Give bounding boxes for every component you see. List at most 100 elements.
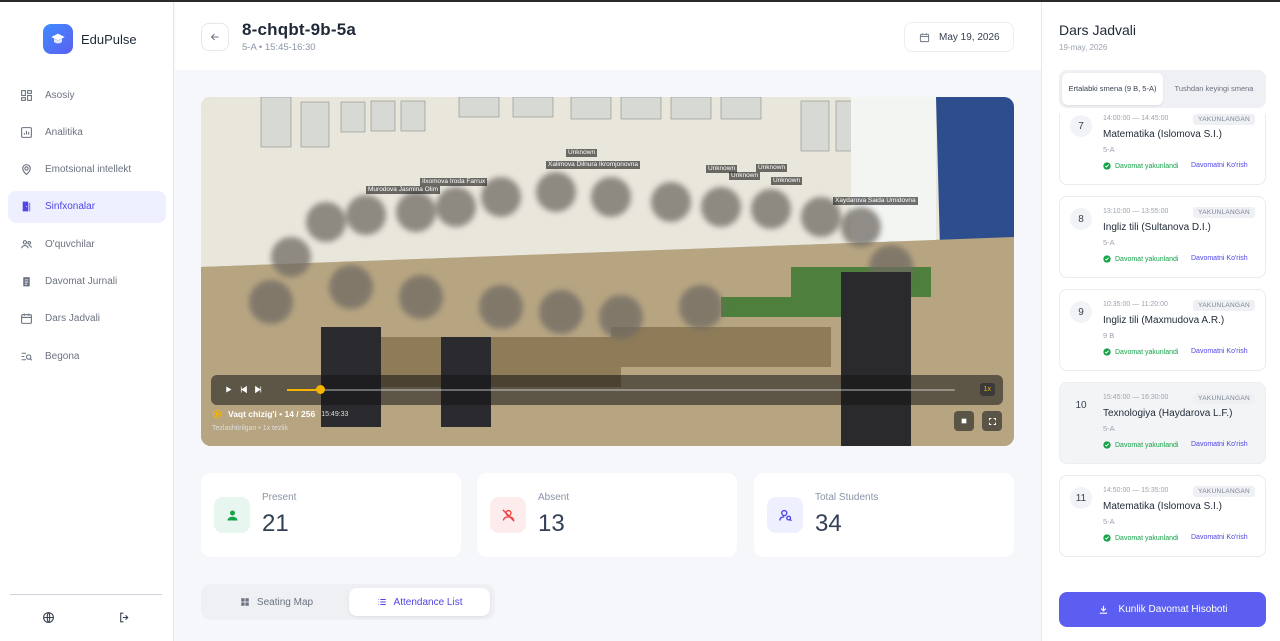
- chart-icon: [21, 126, 32, 138]
- detection-label: Ilxomova Iroda Farrux: [420, 178, 488, 186]
- status-badge: YAKUNLANGAN: [1193, 300, 1255, 311]
- present-label: Present: [262, 492, 297, 503]
- sidebar-footer: [10, 594, 162, 640]
- detection-label: Unknown: [756, 164, 788, 172]
- lesson-class: 9 B: [1103, 331, 1115, 340]
- tab-afternoon-shift[interactable]: Tushdan keyingi smena: [1165, 73, 1263, 105]
- stop-button[interactable]: [954, 411, 974, 431]
- timeline-info: Vaqt chizig'i • 14 / 256 15:49:33: [212, 409, 348, 419]
- lesson-number: 11: [1070, 487, 1092, 509]
- clipboard-icon: [23, 277, 30, 287]
- view-attendance-link[interactable]: Davomatni Ko'rish: [1191, 255, 1248, 262]
- lesson-class: 5-A: [1103, 424, 1115, 433]
- attendance-status-text: Davomat yakunlandi: [1115, 162, 1179, 170]
- lesson-class: 5-A: [1103, 145, 1115, 154]
- total-students-card: Total Students 34: [754, 473, 1014, 557]
- sidebar-item-label: O'quvchilar: [45, 238, 95, 250]
- lesson-card[interactable]: 9 10:35:00 — 11:20:00 YAKUNLANGAN Ingliz…: [1059, 289, 1266, 371]
- sidebar-item-begona[interactable]: Begona: [8, 340, 166, 372]
- sidebar-item-asosiy[interactable]: Asosiy: [8, 79, 166, 111]
- graduation-cap-icon: [43, 24, 73, 54]
- lesson-time: 15:45:00 — 16:30:00: [1103, 394, 1169, 401]
- view-attendance-link[interactable]: Davomatni Ko'rish: [1191, 441, 1248, 448]
- lesson-number: 10: [1075, 399, 1087, 411]
- sidebar-item-analitika[interactable]: Analitika: [8, 116, 166, 148]
- globe-icon[interactable]: [42, 611, 55, 624]
- status-badge: YAKUNLANGAN: [1193, 486, 1255, 497]
- grid-icon: [241, 598, 249, 606]
- lesson-name: Matematika (Islomova S.I.): [1103, 129, 1222, 140]
- stop-icon: [961, 418, 967, 424]
- present-value: 21: [262, 510, 289, 537]
- lesson-card[interactable]: 8 13:10:00 — 13:55:00 YAKUNLANGAN Ingliz…: [1059, 196, 1266, 278]
- check-circle-icon: [1103, 348, 1111, 356]
- absent-label: Absent: [538, 492, 570, 503]
- schedule-date: 19-may, 2026: [1059, 43, 1108, 52]
- attendance-status-text: Davomat yakunlandi: [1115, 534, 1179, 542]
- lesson-name: Ingliz tili (Maxmudova A.R.): [1103, 315, 1225, 326]
- fullscreen-button[interactable]: [982, 411, 1002, 431]
- schedule-panel: Dars Jadvali 19-may, 2026 Ertalabki smen…: [1041, 2, 1280, 641]
- sidebar-nav: Asosiy Analitika Emotsional intellekt Si…: [8, 79, 166, 377]
- sidebar-item-dars-jadvali[interactable]: Dars Jadvali: [8, 303, 166, 335]
- skip-back-icon[interactable]: [239, 385, 248, 394]
- shift-tabs: Ertalabki smena (9 B, 5-A) Tushdan keyin…: [1059, 70, 1266, 108]
- speed-badge[interactable]: 1x: [979, 383, 995, 396]
- tab-morning-shift[interactable]: Ertalabki smena (9 B, 5-A): [1062, 73, 1163, 105]
- check-circle-icon: [1103, 441, 1111, 449]
- detection-label: Unknown: [771, 177, 803, 185]
- timeline-knob[interactable]: [316, 385, 326, 394]
- arrow-left-icon: [210, 33, 219, 41]
- back-button[interactable]: [201, 23, 229, 51]
- detection-label: Murodova Jasmina Olim: [366, 186, 441, 194]
- tab-attendance-list[interactable]: Attendance List: [349, 588, 490, 616]
- tab-seating-map[interactable]: Seating Map: [205, 588, 348, 616]
- brand[interactable]: EduPulse: [43, 24, 137, 54]
- lesson-list: 7 14:00:00 — 14:45:00 YAKUNLANGAN Matema…: [1059, 114, 1266, 572]
- classroom-video[interactable]: Unknown Xalimova Dilnura Ikromjonovna Un…: [201, 97, 1014, 446]
- attendance-status: Davomat yakunlandi: [1103, 348, 1178, 356]
- status-badge: YAKUNLANGAN: [1193, 114, 1255, 125]
- user-search-icon: [767, 497, 803, 533]
- brain-icon: [22, 164, 31, 176]
- attendance-status: Davomat yakunlandi: [1103, 441, 1178, 449]
- user-x-icon: [490, 497, 526, 533]
- logout-icon[interactable]: [118, 611, 131, 624]
- calendar-icon: [21, 313, 32, 325]
- sidebar-item-oquvchilar[interactable]: O'quvchilar: [8, 228, 166, 260]
- lesson-card[interactable]: 11 14:50:00 — 15:35:00 YAKUNLANGAN Matem…: [1059, 475, 1266, 557]
- play-icon[interactable]: [224, 385, 233, 394]
- absent-value: 13: [538, 510, 565, 537]
- lesson-number: 7: [1070, 115, 1092, 137]
- brand-name: EduPulse: [81, 31, 137, 47]
- view-attendance-link[interactable]: Davomatni Ko'rish: [1191, 534, 1248, 541]
- date-label: May 19, 2026: [939, 31, 1000, 43]
- lesson-card[interactable]: 7 14:00:00 — 14:45:00 YAKUNLANGAN Matema…: [1059, 114, 1266, 185]
- date-picker-button[interactable]: May 19, 2026: [904, 22, 1014, 52]
- check-circle-icon: [1103, 255, 1111, 263]
- sidebar-item-emotsional-intellekt[interactable]: Emotsional intellekt: [8, 154, 166, 186]
- lesson-name: Matematika (Islomova S.I.): [1103, 501, 1222, 512]
- sidebar-item-davomat-jurnali[interactable]: Davomat Jurnali: [8, 265, 166, 297]
- daily-report-button[interactable]: Kunlik Davomat Hisoboti: [1059, 592, 1266, 627]
- attendance-status-text: Davomat yakunlandi: [1115, 255, 1179, 263]
- lesson-time: 14:50:00 — 15:35:00: [1103, 487, 1169, 494]
- page-subtitle: 5-A • 15:45-16:30: [242, 42, 316, 53]
- timeline-label: Vaqt chizig'i • 14 / 256: [228, 409, 316, 419]
- lesson-class: 5-A: [1103, 238, 1115, 247]
- users-icon: [21, 239, 32, 249]
- timeline-slider[interactable]: [287, 385, 955, 394]
- lesson-name: Texnologiya (Haydarova L.F.): [1103, 408, 1233, 419]
- sidebar-item-label: Emotsional intellekt: [45, 164, 132, 176]
- view-attendance-link[interactable]: Davomatni Ko'rish: [1191, 162, 1248, 169]
- sidebar-item-sinfxonalar[interactable]: Sinfxonalar: [8, 190, 166, 223]
- attendance-status-text: Davomat yakunlandi: [1115, 441, 1179, 449]
- sidebar-item-label: Sinfxonalar: [45, 201, 96, 213]
- view-attendance-link[interactable]: Davomatni Ko'rish: [1191, 348, 1248, 355]
- search-list-icon: [21, 352, 33, 361]
- present-card: Present 21: [201, 473, 461, 557]
- skip-forward-icon[interactable]: [254, 385, 263, 394]
- calendar-icon: [919, 32, 930, 42]
- lesson-card-current[interactable]: 10 15:45:00 — 16:30:00 YAKUNLANGAN Texno…: [1059, 382, 1266, 464]
- fullscreen-icon: [988, 417, 996, 425]
